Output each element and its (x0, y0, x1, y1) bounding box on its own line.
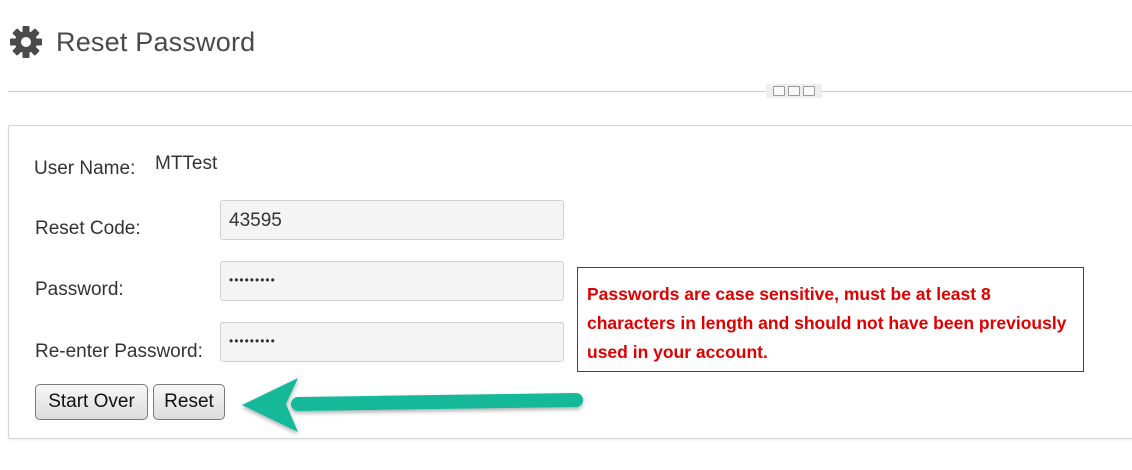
password-rules-text: Passwords are case sensitive, must be at… (587, 284, 1067, 362)
section-divider (8, 91, 1132, 92)
reenter-password-label: Re-enter Password: (35, 341, 203, 362)
grip-dot (788, 86, 800, 96)
password-label: Password: (35, 279, 124, 300)
start-over-button[interactable]: Start Over (35, 384, 148, 420)
page-header: Reset Password (8, 20, 255, 64)
gear-icon (10, 26, 42, 58)
page-title: Reset Password (56, 26, 256, 57)
username-label: User Name: (34, 158, 136, 179)
reset-password-page: Reset Password User Name: MTTest Reset C… (0, 0, 1132, 470)
collapse-grip-handle[interactable] (766, 84, 822, 98)
grip-dot (773, 86, 785, 96)
reenter-password-input[interactable]: ••••••••• (220, 322, 564, 362)
grip-dot (803, 86, 815, 96)
arrow-left-icon (242, 378, 583, 432)
reset-button[interactable]: Reset (153, 384, 225, 420)
password-input[interactable]: ••••••••• (220, 261, 564, 301)
reset-code-label: Reset Code: (35, 218, 141, 239)
username-value: MTTest (155, 153, 218, 174)
reset-code-input[interactable]: 43595 (220, 200, 564, 240)
password-rules-notice: Passwords are case sensitive, must be at… (577, 267, 1084, 372)
